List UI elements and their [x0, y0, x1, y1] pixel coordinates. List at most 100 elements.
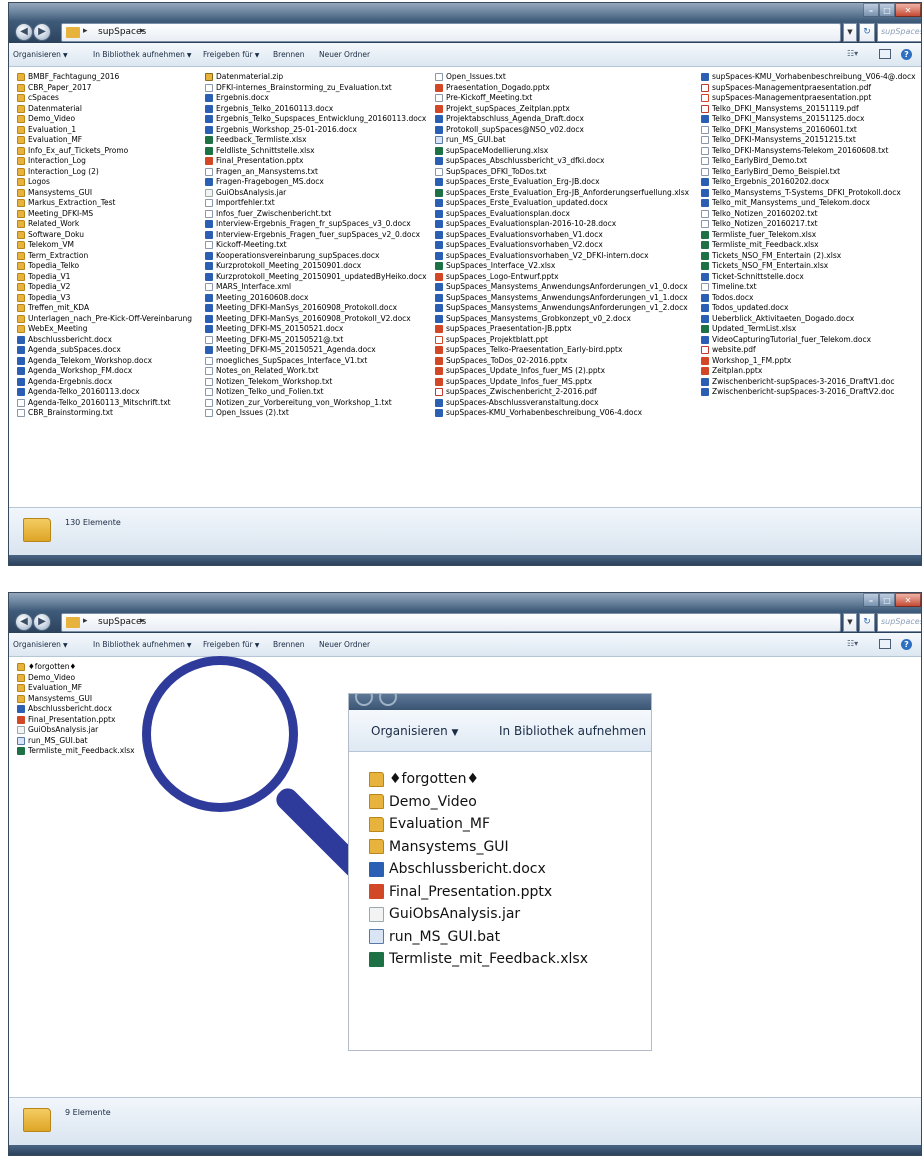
file-item[interactable]: moegliches_SupSpaces_Interface_V1.txt [205, 356, 433, 367]
library-menu[interactable]: In Bibliothek aufnehmen ▼ [93, 640, 192, 649]
file-item[interactable]: Telko_EarlyBird_Demo_Beispiel.txt [701, 167, 919, 178]
file-item[interactable]: SupSpaces_Mansystems_AnwendungsAnforderu… [435, 282, 701, 293]
file-item[interactable]: CBR_Brainstorming.txt [17, 408, 205, 419]
folder-item[interactable]: Evaluation_MF [17, 135, 205, 146]
maximize-button[interactable]: □ [879, 3, 895, 17]
folder-item[interactable]: CBR_Paper_2017 [17, 83, 205, 94]
folder-item[interactable]: Mansystems_GUI [17, 188, 205, 199]
refresh-icon[interactable]: ↻ [859, 613, 875, 632]
file-item[interactable]: Telko_Mansystems_T-Systems_DFKI_Protokol… [701, 188, 919, 199]
file-item[interactable]: Timeline.txt [701, 282, 919, 293]
file-item[interactable]: Interview-Ergebnis_Fragen_fuer_supSpaces… [205, 230, 433, 241]
chevron-down-icon[interactable]: ▼ [843, 613, 857, 632]
file-item[interactable]: Todos_updated.docx [701, 303, 919, 314]
file-item[interactable]: Fragen-Fragebogen_MS.docx [205, 177, 433, 188]
folder-item[interactable]: Topedia_V1 [17, 272, 205, 283]
library-menu[interactable]: In Bibliothek aufnehmen ▼ [93, 50, 192, 59]
file-item[interactable]: Praesentation_Dogado.pptx [435, 83, 701, 94]
file-item[interactable]: Meeting_DFKI-MS_20150521.docx [205, 324, 433, 335]
new-folder-button[interactable]: Neuer Ordner [319, 50, 370, 59]
file-item[interactable]: SupSpaces_ToDos_02-2016.pptx [435, 356, 701, 367]
file-item[interactable]: Telko_Ergebnis_20160202.docx [701, 177, 919, 188]
file-item[interactable]: GuiObsAnalysis.jar [205, 188, 433, 199]
file-item[interactable]: supSpaces_Evaluationsvorhaben_V2.docx [435, 240, 701, 251]
folder-item[interactable]: Unterlagen_nach_Pre-Kick-Off-Vereinbarun… [17, 314, 205, 325]
file-item[interactable]: Pre-Kickoff_Meeting.txt [435, 93, 701, 104]
file-item[interactable]: supSpaces_Evaluationsplan-2016-10-28.doc… [435, 219, 701, 230]
folder-item[interactable]: Markus_Extraction_Test [17, 198, 205, 209]
file-item[interactable]: Ueberblick_Aktivitaeten_Dogado.docx [701, 314, 919, 325]
file-item[interactable]: Open_Issues.txt [435, 72, 701, 83]
folder-item[interactable]: Datenmaterial [17, 104, 205, 115]
file-item[interactable]: Meeting_DFKI-MS_20150521_Agenda.docx [205, 345, 433, 356]
file-item[interactable]: Kurzprotokoll_Meeting_20150901_updatedBy… [205, 272, 433, 283]
file-item[interactable]: supSpaces_Erste_Evaluation_Erg-JB_Anford… [435, 188, 701, 199]
file-item[interactable]: Datenmaterial.zip [205, 72, 433, 83]
file-item[interactable]: Agenda_Workshop_FM.docx [17, 366, 205, 377]
folder-item[interactable]: Topedia_V3 [17, 293, 205, 304]
file-item[interactable]: supSpaces-KMU_Vorhabenbeschreibung_V06-4… [435, 408, 701, 419]
file-item[interactable]: Ergebnis.docx [205, 93, 433, 104]
file-item[interactable]: Abschlussbericht.docx [17, 335, 205, 346]
folder-item[interactable]: Term_Extraction [17, 251, 205, 262]
search-input[interactable]: supSpaces... [877, 613, 921, 632]
file-item[interactable]: Fragen_an_Mansystems.txt [205, 167, 433, 178]
folder-item[interactable]: ♦forgotten♦ [369, 768, 588, 791]
file-item[interactable]: supSpaces-Managementpraesentation.ppt [701, 93, 919, 104]
file-item[interactable]: supSpaces_Abschlussbericht_v3_dfki.docx [435, 156, 701, 167]
file-item[interactable]: Ergebnis_Workshop_25-01-2016.docx [205, 125, 433, 136]
file-item[interactable]: Telko_mit_Mansystems_und_Telekom.docx [701, 198, 919, 209]
folder-item[interactable]: Related_Work [17, 219, 205, 230]
file-item[interactable]: Abschlussbericht.docx [369, 858, 588, 881]
minimize-button[interactable]: – [863, 3, 879, 17]
file-item[interactable]: supSpaces_Evaluationsplan.docx [435, 209, 701, 220]
folder-item[interactable]: Evaluation_1 [17, 125, 205, 136]
file-item[interactable]: Zwischenbericht-supSpaces-3-2016_DraftV2… [701, 387, 919, 398]
file-item[interactable]: Workshop_1_FM.pptx [701, 356, 919, 367]
file-item[interactable]: supSpaces_Update_Infos_fuer_MS.pptx [435, 377, 701, 388]
chevron-right-icon[interactable]: ▸ [83, 26, 88, 36]
minimize-button[interactable]: – [863, 593, 879, 607]
file-item[interactable]: supSpaces-Managementpraesentation.pdf [701, 83, 919, 94]
back-arrow-icon[interactable]: ◀ [15, 23, 33, 41]
file-item[interactable]: Telko_DFKI_Mansystems_20151125.docx [701, 114, 919, 125]
folder-item[interactable]: Interaction_Log (2) [17, 167, 205, 178]
file-item[interactable]: Meeting_DFKI-ManSys_20160908_Protokoll.d… [205, 303, 433, 314]
folder-item[interactable]: Evaluation_MF [369, 813, 588, 836]
file-item[interactable]: DFKI-internes_Brainstorming_zu_Evaluatio… [205, 83, 433, 94]
forward-arrow-icon[interactable]: ▶ [33, 613, 51, 631]
file-item[interactable]: Kooperationsvereinbarung_supSpaces.docx [205, 251, 433, 262]
folder-item[interactable]: Telekom_VM [17, 240, 205, 251]
folder-item[interactable]: Logos [17, 177, 205, 188]
file-item[interactable]: Infos_fuer_Zwischenbericht.txt [205, 209, 433, 220]
file-item[interactable]: Telko_EarlyBird_Demo.txt [701, 156, 919, 167]
file-item[interactable]: run_MS_GUI.bat [369, 926, 588, 949]
folder-item[interactable]: WebEx_Meeting [17, 324, 205, 335]
file-item[interactable]: Termliste_mit_Feedback.xlsx [369, 948, 588, 971]
file-item[interactable]: supSpaces-Abschlussveranstaltung.docx [435, 398, 701, 409]
file-item[interactable]: SupSpaces_DFKI_ToDos.txt [435, 167, 701, 178]
address-bar[interactable]: ▸ supSpaces ▸ [61, 613, 841, 632]
file-item[interactable]: Telko_DFKI-Mansystems_20151215.txt [701, 135, 919, 146]
folder-item[interactable]: Topedia_Telko [17, 261, 205, 272]
file-item[interactable]: Notizen_Telekom_Workshop.txt [205, 377, 433, 388]
file-item[interactable]: Termliste_fuer_Telekom.xlsx [701, 230, 919, 241]
folder-item[interactable]: Demo_Video [369, 791, 588, 814]
chevron-right-icon[interactable]: ▸ [140, 26, 145, 36]
chevron-right-icon[interactable]: ▸ [83, 616, 88, 626]
file-item[interactable]: GuiObsAnalysis.jar [369, 903, 588, 926]
file-item[interactable]: SupSpaces_Mansystems_Grobkonzept_v0_2.do… [435, 314, 701, 325]
file-item[interactable]: supSpaces_Praesentation-JB.pptx [435, 324, 701, 335]
file-item[interactable]: Kurzprotokoll_Meeting_20150901.docx [205, 261, 433, 272]
chevron-down-icon[interactable]: ▼ [843, 23, 857, 42]
burn-button[interactable]: Brennen [273, 640, 305, 649]
preview-pane-icon[interactable] [879, 49, 891, 59]
file-item[interactable]: Projekt_supSpaces_Zeitplan.pptx [435, 104, 701, 115]
breadcrumb-supspaces[interactable]: supSpaces [98, 27, 146, 37]
file-item[interactable]: Open_Issues (2).txt [205, 408, 433, 419]
file-item[interactable]: Ergebnis_Telko_Supspaces_Entwicklung_201… [205, 114, 433, 125]
back-arrow-icon[interactable]: ◀ [15, 613, 33, 631]
maximize-button[interactable]: □ [879, 593, 895, 607]
folder-item[interactable]: BMBF_Fachtagung_2016 [17, 72, 205, 83]
file-item[interactable]: Agenda_subSpaces.docx [17, 345, 205, 356]
